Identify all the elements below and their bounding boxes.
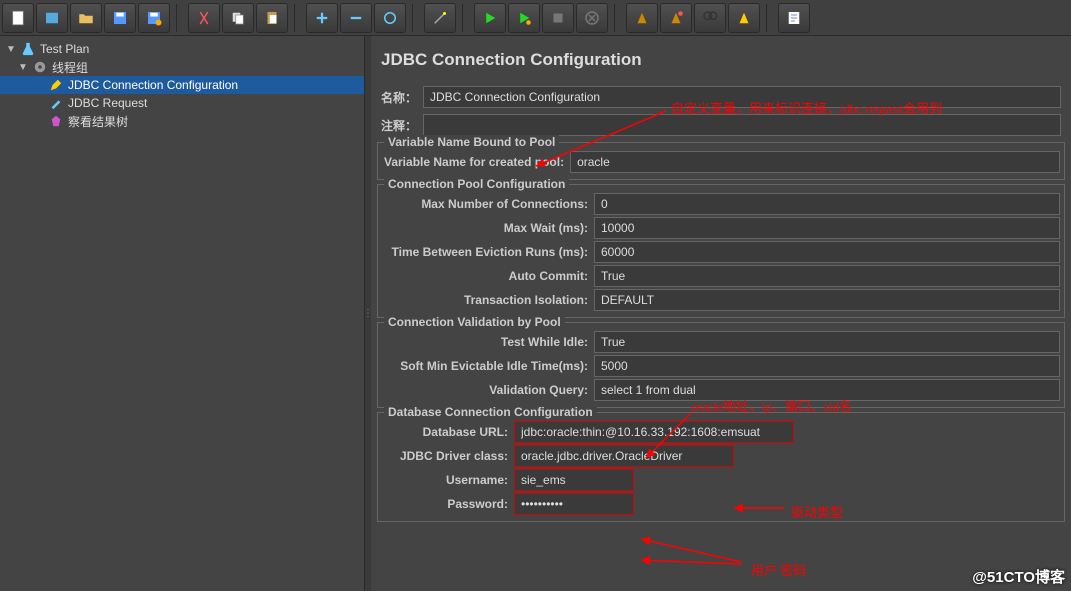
var-label: Variable Name for created pool:: [384, 155, 570, 169]
tree-view-results[interactable]: 察看结果树: [0, 112, 364, 130]
auto-label: Auto Commit:: [384, 269, 594, 283]
url-label: Database URL:: [384, 425, 514, 439]
softmin-label: Soft Min Evictable Idle Time(ms):: [384, 359, 594, 373]
flask-icon: [20, 41, 36, 57]
group-legend: Variable Name Bound to Pool: [384, 135, 559, 149]
group-legend: Connection Validation by Pool: [384, 315, 565, 329]
clear-icon[interactable]: [626, 3, 658, 33]
tree-jdbc-config[interactable]: JDBC Connection Configuration: [0, 76, 364, 94]
pass-label: Password:: [384, 497, 514, 511]
function-helper-icon[interactable]: [778, 3, 810, 33]
password-field[interactable]: [514, 493, 634, 515]
toggle-icon[interactable]: [374, 3, 406, 33]
collapse-icon[interactable]: [340, 3, 372, 33]
driver-class-field[interactable]: [514, 445, 734, 467]
pencil-icon: [48, 77, 64, 93]
pool-config-group: Connection Pool Configuration Max Number…: [377, 184, 1065, 318]
group-legend: Database Connection Configuration: [384, 405, 597, 419]
variable-name-field[interactable]: [570, 151, 1060, 173]
tree-label: JDBC Request: [68, 96, 147, 110]
stop-icon[interactable]: [542, 3, 574, 33]
run-no-pause-icon[interactable]: [508, 3, 540, 33]
tree-panel: ▼ Test Plan ▼ 线程组 JDBC Connection Config…: [0, 36, 365, 591]
drv-label: JDBC Driver class:: [384, 449, 514, 463]
main-toolbar: [0, 0, 1071, 36]
eviction-time-field[interactable]: [594, 241, 1060, 263]
save-as-icon[interactable]: [138, 3, 170, 33]
user-label: Username:: [384, 473, 514, 487]
query-label: Validation Query:: [384, 383, 594, 397]
tree-label: JDBC Connection Configuration: [68, 78, 238, 92]
tree-label: 察看结果树: [68, 113, 128, 130]
panel-title: JDBC Connection Configuration: [371, 36, 1071, 84]
tree-root[interactable]: ▼ Test Plan: [0, 40, 364, 58]
gear-icon: [32, 59, 48, 75]
validation-group: Connection Validation by Pool Test While…: [377, 322, 1065, 408]
paste-icon[interactable]: [256, 3, 288, 33]
name-label: 名称：: [381, 89, 417, 106]
database-url-field[interactable]: [514, 421, 794, 443]
max-wait-field[interactable]: [594, 217, 1060, 239]
isolation-field[interactable]: [594, 289, 1060, 311]
cut-icon[interactable]: [188, 3, 220, 33]
tree-thread-group[interactable]: ▼ 线程组: [0, 58, 364, 76]
validation-query-field[interactable]: [594, 379, 1060, 401]
comment-field[interactable]: [423, 114, 1061, 136]
chevron-down-icon[interactable]: ▼: [6, 44, 16, 55]
time-label: Time Between Eviction Runs (ms):: [384, 245, 594, 259]
max-connections-field[interactable]: [594, 193, 1060, 215]
annotation-userpass: 用户 密码: [751, 560, 806, 579]
search-icon[interactable]: [694, 3, 726, 33]
maxwait-label: Max Wait (ms):: [384, 221, 594, 235]
comment-label: 注释：: [381, 117, 417, 134]
chevron-down-icon[interactable]: ▼: [18, 62, 28, 73]
config-panel: JDBC Connection Configuration 名称： 注释： Va…: [371, 36, 1071, 591]
wand-icon[interactable]: [424, 3, 456, 33]
clear-all-icon[interactable]: [660, 3, 692, 33]
open-icon[interactable]: [70, 3, 102, 33]
db-config-group: Database Connection Configuration Databa…: [377, 412, 1065, 522]
tree-label: 线程组: [52, 59, 88, 76]
maxconn-label: Max Number of Connections:: [384, 197, 594, 211]
save-icon[interactable]: [104, 3, 136, 33]
run-icon[interactable]: [474, 3, 506, 33]
idle-label: Test While Idle:: [384, 335, 594, 349]
copy-icon[interactable]: [222, 3, 254, 33]
soft-min-field[interactable]: [594, 355, 1060, 377]
auto-commit-field[interactable]: [594, 265, 1060, 287]
tree-label: Test Plan: [40, 42, 89, 56]
pipette-icon: [48, 95, 64, 111]
shutdown-icon[interactable]: [576, 3, 608, 33]
tree-results-icon: [48, 113, 64, 129]
expand-icon[interactable]: [306, 3, 338, 33]
iso-label: Transaction Isolation:: [384, 293, 594, 307]
reset-search-icon[interactable]: [728, 3, 760, 33]
variable-pool-group: Variable Name Bound to Pool Variable Nam…: [377, 142, 1065, 180]
new-icon[interactable]: [2, 3, 34, 33]
tree-jdbc-request[interactable]: JDBC Request: [0, 94, 364, 112]
test-idle-field[interactable]: [594, 331, 1060, 353]
watermark: @51CTO博客: [972, 566, 1065, 587]
group-legend: Connection Pool Configuration: [384, 177, 569, 191]
name-field[interactable]: [423, 86, 1061, 108]
username-field[interactable]: [514, 469, 634, 491]
templates-icon[interactable]: [36, 3, 68, 33]
